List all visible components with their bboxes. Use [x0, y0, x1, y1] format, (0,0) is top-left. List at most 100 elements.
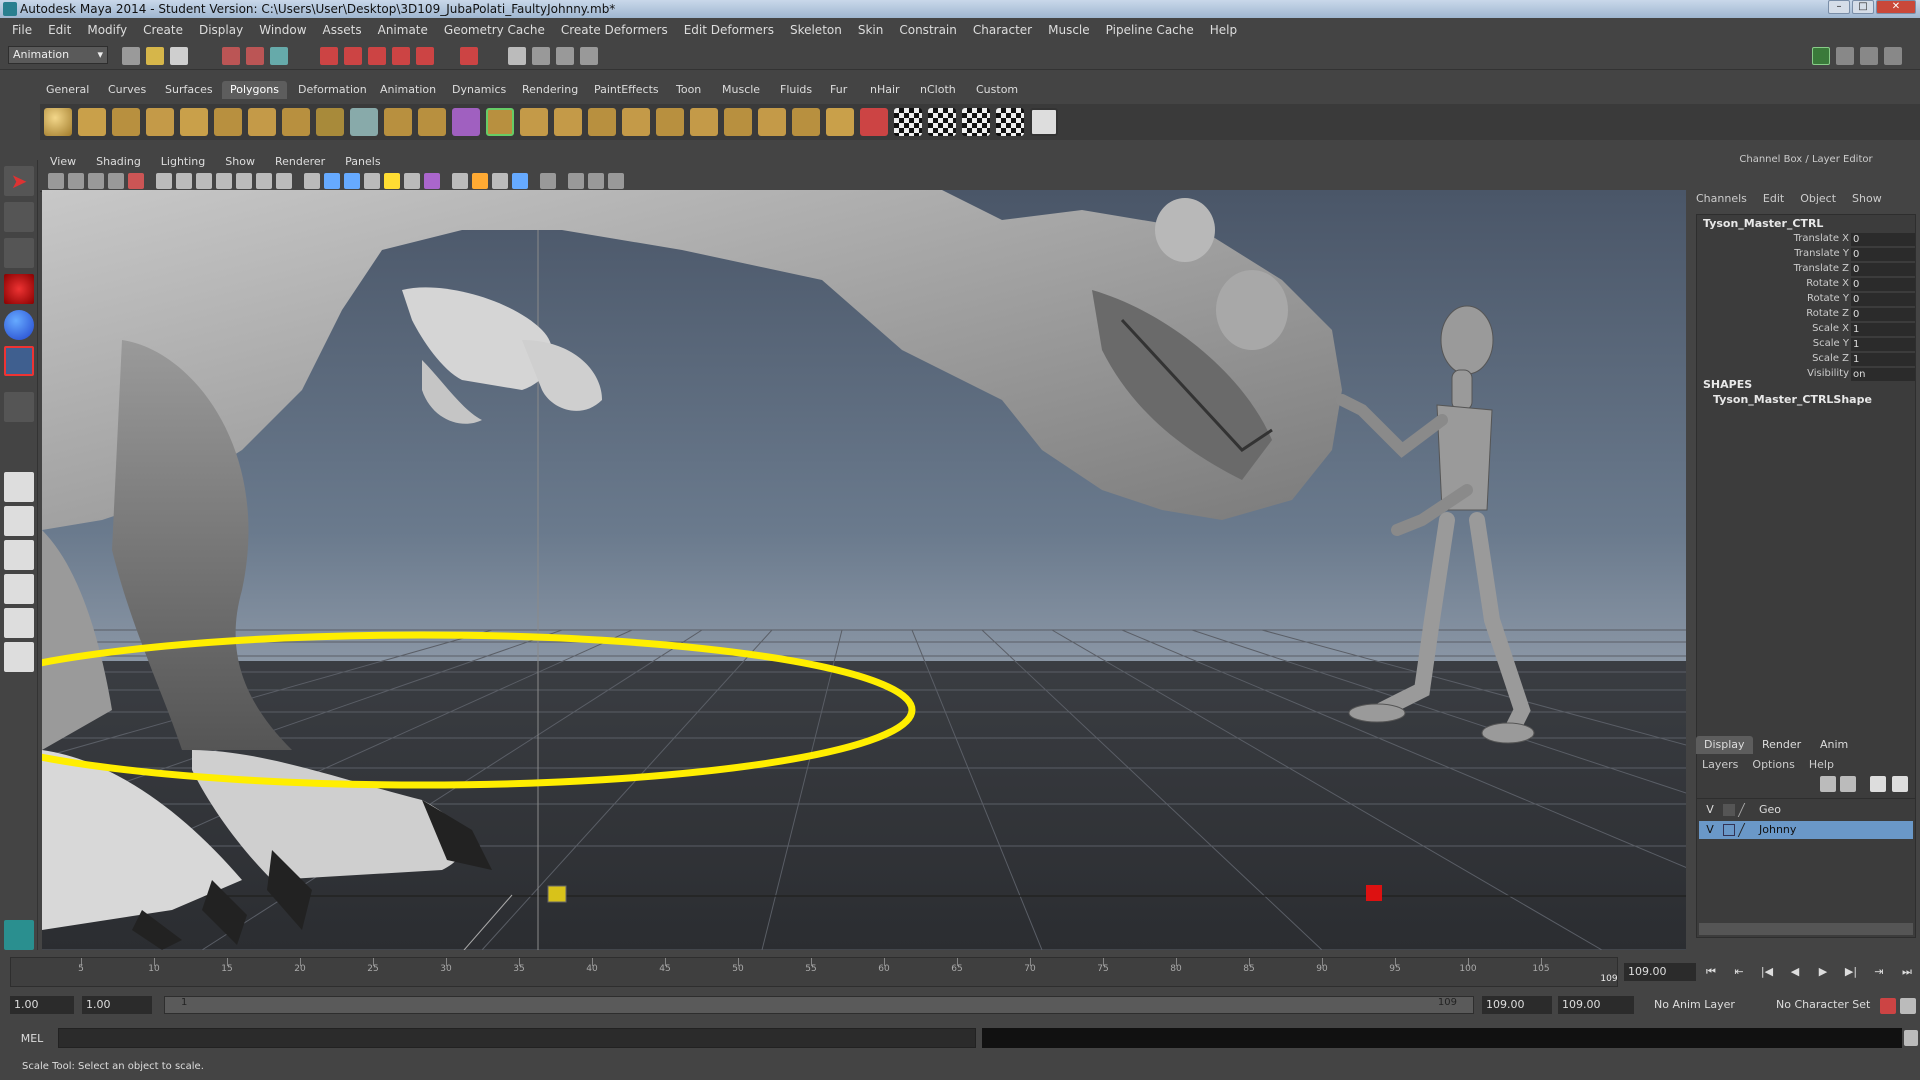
go-to-start-button[interactable]: ⏮	[1700, 963, 1722, 981]
new-scene-icon[interactable]	[122, 47, 140, 65]
persp-outliner-layout-icon[interactable]	[4, 540, 34, 570]
xray-active-components-icon[interactable]	[472, 173, 488, 189]
step-back-frame-button[interactable]: |◀	[1756, 963, 1778, 981]
ambient-occlusion-icon[interactable]	[424, 173, 440, 189]
menu-create-deformers[interactable]: Create Deformers	[553, 23, 676, 37]
anim-layer-dropdown[interactable]: No Anim Layer	[1654, 998, 1735, 1011]
channel-value[interactable]: 1	[1851, 353, 1915, 366]
shelf-tab-animation[interactable]: Animation	[372, 81, 444, 99]
menu-file[interactable]: File	[4, 23, 40, 37]
paint-select-tool-icon[interactable]	[4, 238, 34, 268]
wireframe-on-shaded-icon[interactable]	[344, 173, 360, 189]
menu-character[interactable]: Character	[965, 23, 1040, 37]
panel-menu-panels[interactable]: Panels	[335, 155, 390, 168]
layer-display-type[interactable]	[1723, 804, 1735, 816]
panel-menu-shading[interactable]: Shading	[86, 155, 151, 168]
channel-row[interactable]: Translate Z0	[1697, 263, 1915, 278]
shelf-tab-surfaces[interactable]: Surfaces	[157, 81, 221, 99]
close-button[interactable]: ✕	[1876, 0, 1916, 14]
layer-menu-layers[interactable]: Layers	[1702, 758, 1738, 771]
menu-help[interactable]: Help	[1202, 23, 1245, 37]
channel-row[interactable]: Scale X1	[1697, 323, 1915, 338]
layer-scrollbar[interactable]	[1699, 923, 1913, 935]
append-polygon-icon[interactable]	[588, 108, 616, 136]
planar-mapping-icon[interactable]	[894, 108, 922, 136]
film-gate-icon[interactable]	[176, 173, 192, 189]
insert-edge-loop-icon[interactable]	[622, 108, 650, 136]
persp-hypershade-layout-icon[interactable]	[4, 608, 34, 638]
menu-skin[interactable]: Skin	[850, 23, 892, 37]
select-camera-icon[interactable]	[48, 173, 64, 189]
move-tool-icon[interactable]	[4, 274, 34, 304]
channel-value[interactable]: 0	[1851, 308, 1915, 321]
snap-grid-icon[interactable]	[320, 47, 338, 65]
channel-value[interactable]: 0	[1851, 278, 1915, 291]
maximize-button[interactable]: □	[1852, 0, 1874, 14]
channel-row[interactable]: Scale Z1	[1697, 353, 1915, 368]
shelf-tab-toon[interactable]: Toon	[668, 81, 709, 99]
layer-visibility-toggle[interactable]: V	[1703, 821, 1717, 839]
menu-window[interactable]: Window	[251, 23, 314, 37]
animation-preferences-icon[interactable]	[1900, 998, 1916, 1014]
single-perspective-layout-icon[interactable]	[4, 472, 34, 502]
menu-pipeline-cache[interactable]: Pipeline Cache	[1098, 23, 1202, 37]
channel-box-toggle-icon[interactable]	[1860, 47, 1878, 65]
panel-menu-view[interactable]: View	[40, 155, 86, 168]
play-backwards-button[interactable]: ◀	[1784, 963, 1806, 981]
render-current-icon[interactable]	[532, 47, 550, 65]
poly-torus-icon[interactable]	[214, 108, 242, 136]
panel-menu-lighting[interactable]: Lighting	[151, 155, 215, 168]
end-time-field[interactable]: 109.00	[1558, 996, 1634, 1014]
step-back-key-button[interactable]: ⇤	[1728, 963, 1750, 981]
channel-row[interactable]: Rotate Z0	[1697, 308, 1915, 323]
panel-menu-show[interactable]: Show	[215, 155, 265, 168]
script-language-label[interactable]: MEL	[10, 1030, 54, 1048]
shelf-tab-dynamics[interactable]: Dynamics	[444, 81, 514, 99]
shelf-tab-ncloth[interactable]: nCloth	[912, 81, 964, 99]
new-layer-selected-icon[interactable]	[1840, 776, 1856, 792]
shelf-tab-rendering[interactable]: Rendering	[514, 81, 586, 99]
johnny-root-control[interactable]	[1366, 885, 1382, 901]
channel-row[interactable]: Scale Y1	[1697, 338, 1915, 353]
menu-set-dropdown[interactable]: Animation	[8, 46, 108, 64]
attribute-editor-toggle-icon[interactable]	[1812, 47, 1830, 65]
snap-view-plane-icon[interactable]	[392, 47, 410, 65]
play-forwards-button[interactable]: ▶	[1812, 963, 1834, 981]
smooth-icon[interactable]	[452, 108, 480, 136]
step-forward-frame-button[interactable]: ▶|	[1840, 963, 1862, 981]
current-frame-field[interactable]: 109.00	[1624, 963, 1696, 981]
sculpt-geometry-icon[interactable]	[792, 108, 820, 136]
spherical-mapping-icon[interactable]	[962, 108, 990, 136]
gate-mask-icon[interactable]	[216, 173, 232, 189]
menu-display[interactable]: Display	[191, 23, 251, 37]
panel-menu-renderer[interactable]: Renderer	[265, 155, 335, 168]
layer-tab-anim[interactable]: Anim	[1812, 736, 1856, 754]
rotate-tool-icon[interactable]	[4, 310, 34, 340]
history-icon[interactable]	[460, 47, 478, 65]
time-ruler[interactable]: 109 5 10 15 20 25 30 35 40 45 50 55 60 65 70 75 80 85 90 9…	[10, 957, 1618, 987]
poly-pyramid-icon[interactable]	[248, 108, 276, 136]
menu-muscle[interactable]: Muscle	[1040, 23, 1098, 37]
channel-row[interactable]: Translate X0	[1697, 233, 1915, 248]
split-polygon-icon[interactable]	[656, 108, 684, 136]
trex-model[interactable]	[42, 190, 1342, 950]
playback-start-field[interactable]: 1.00	[82, 996, 152, 1014]
separate-icon[interactable]	[384, 108, 412, 136]
menu-geometry-cache[interactable]: Geometry Cache	[436, 23, 553, 37]
script-editor-icon[interactable]	[1904, 1030, 1918, 1046]
layer-display-type[interactable]	[1723, 824, 1735, 836]
menu-skeleton[interactable]: Skeleton	[782, 23, 850, 37]
cb-menu-object[interactable]: Object	[1800, 192, 1836, 205]
character-set-dropdown[interactable]: No Character Set	[1776, 998, 1870, 1011]
poly-cube-icon[interactable]	[78, 108, 106, 136]
make-live-icon[interactable]	[416, 47, 434, 65]
poly-sphere-icon[interactable]	[44, 108, 72, 136]
four-view-layout-icon[interactable]	[4, 506, 34, 536]
layer-tab-display[interactable]: Display	[1696, 736, 1753, 754]
two-sided-lighting-icon[interactable]	[568, 173, 584, 189]
extrude-icon[interactable]	[520, 108, 548, 136]
cb-menu-edit[interactable]: Edit	[1763, 192, 1784, 205]
share-icon[interactable]	[608, 173, 624, 189]
menu-create[interactable]: Create	[135, 23, 191, 37]
wireframe-icon[interactable]	[304, 173, 320, 189]
